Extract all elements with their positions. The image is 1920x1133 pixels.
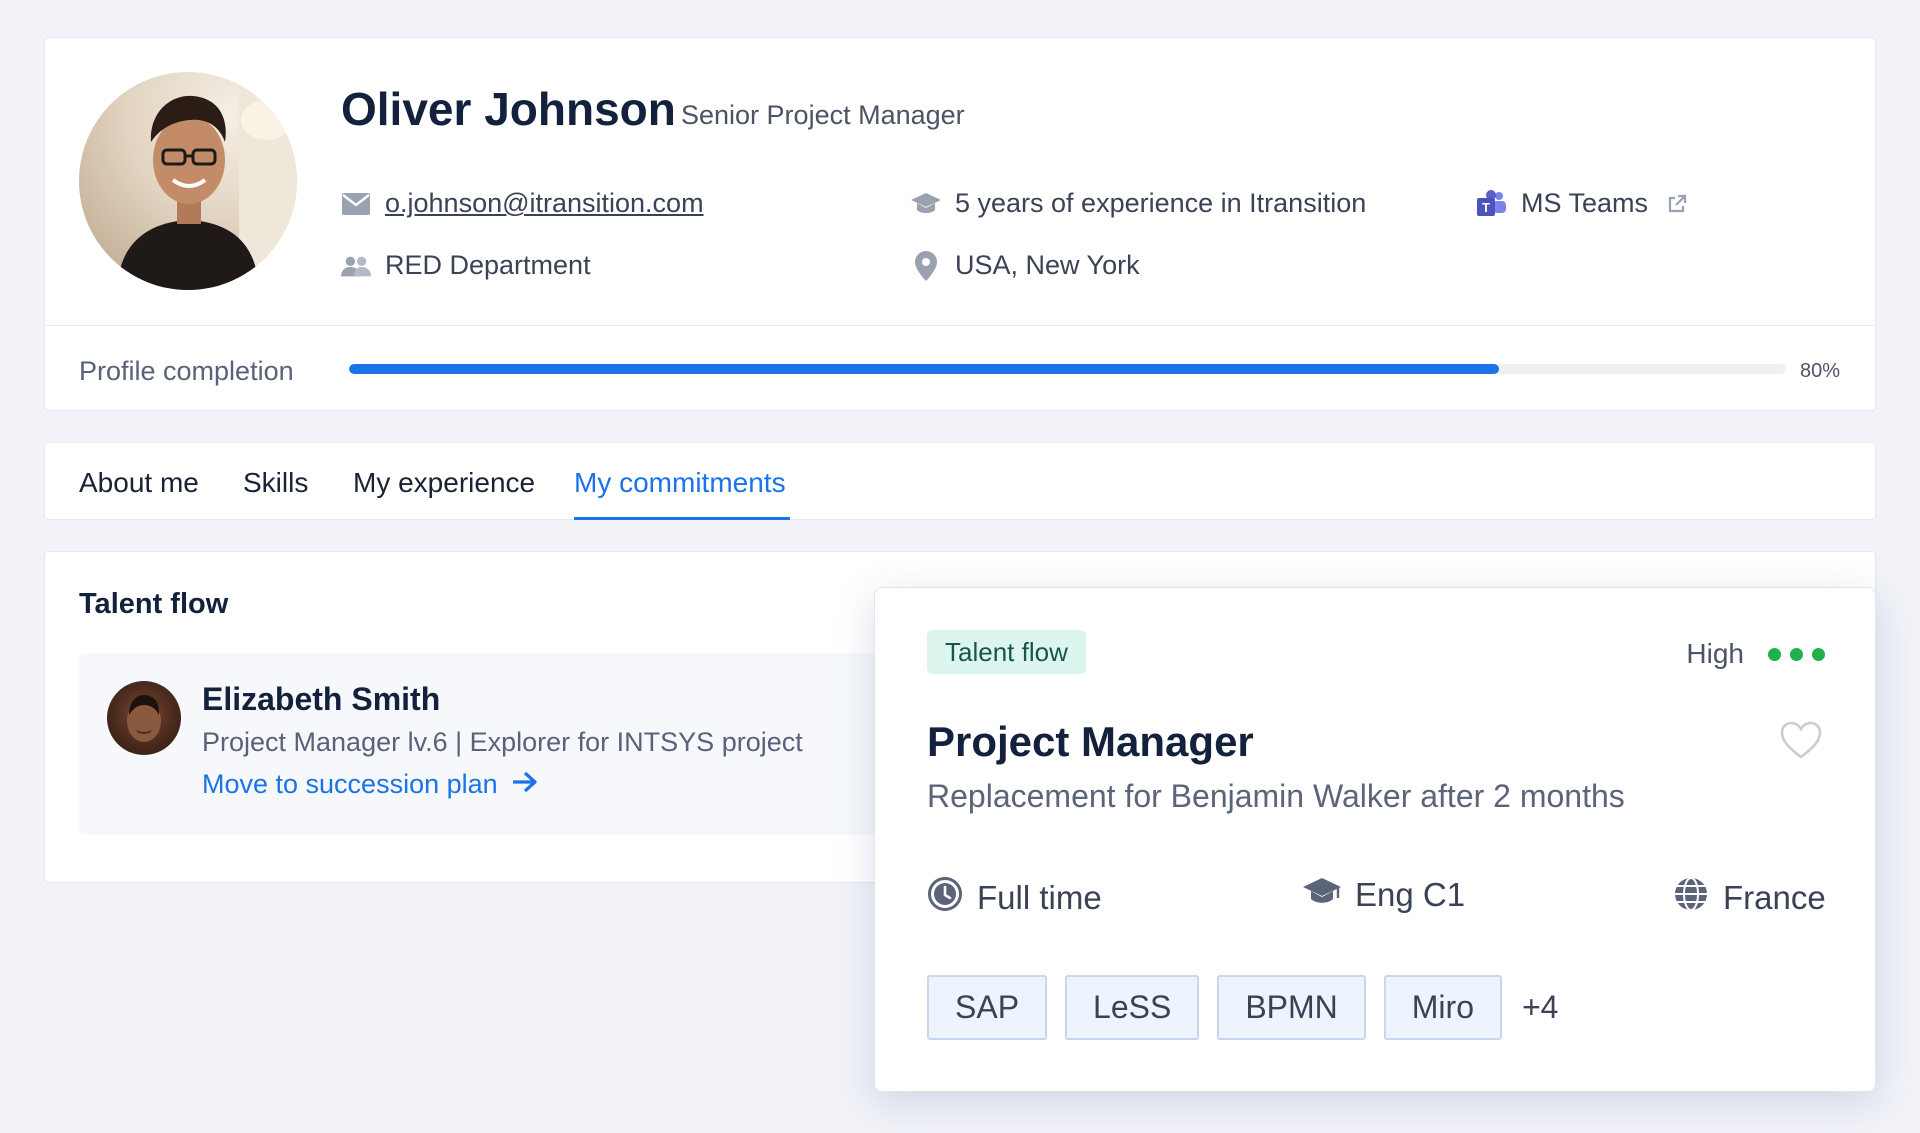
profile-location: USA, New York bbox=[911, 250, 1140, 281]
employment-text: Full time bbox=[977, 879, 1102, 916]
people-icon bbox=[341, 251, 371, 281]
profile-completion-value: 80% bbox=[1800, 360, 1841, 382]
teams-label[interactable]: MS Teams bbox=[1521, 188, 1648, 219]
priority-indicator: High bbox=[1686, 638, 1825, 670]
skill-chip[interactable]: SAP bbox=[927, 975, 1048, 1040]
skill-chips: SAP LeSS BPMN Miro +4 bbox=[927, 975, 1558, 1040]
position-title: Project Manager bbox=[927, 718, 1254, 765]
priority-dots bbox=[1768, 647, 1825, 661]
graduation-cap-icon bbox=[1303, 876, 1341, 914]
talent-flow-title: Talent flow bbox=[79, 588, 229, 620]
graduation-cap-icon bbox=[911, 189, 941, 219]
language-text: Eng C1 bbox=[1355, 876, 1466, 913]
active-tab-indicator bbox=[574, 517, 790, 520]
country-text: France bbox=[1723, 879, 1826, 916]
experience-text: 5 years of experience in Itransition bbox=[955, 188, 1367, 218]
tab-my-experience[interactable]: My experience bbox=[353, 467, 535, 499]
talent-flow-tag: Talent flow bbox=[927, 630, 1086, 674]
tab-my-commitments[interactable]: My commitments bbox=[574, 467, 786, 499]
svg-text:T: T bbox=[1482, 200, 1490, 215]
profile-teams[interactable]: T MS Teams bbox=[1477, 188, 1692, 219]
profile-experience: 5 years of experience in Itransition bbox=[911, 188, 1366, 219]
position-country: France bbox=[1673, 876, 1826, 920]
clock-icon bbox=[927, 876, 963, 920]
position-subtitle: Replacement for Benjamin Walker after 2 … bbox=[927, 778, 1625, 814]
candidate-avatar bbox=[107, 681, 181, 755]
priority-label: High bbox=[1686, 638, 1744, 669]
employment-type: Full time bbox=[927, 876, 1102, 920]
external-link-icon[interactable] bbox=[1662, 189, 1692, 219]
candidate-avatar-illustration bbox=[127, 695, 161, 742]
globe-icon bbox=[1673, 876, 1709, 920]
language-level: Eng C1 bbox=[1303, 876, 1465, 914]
profile-tabs: About me Skills My experience My commitm… bbox=[44, 442, 1876, 520]
email-link[interactable]: o.johnson@itransition.com bbox=[385, 188, 704, 219]
envelope-icon bbox=[341, 189, 371, 219]
tab-about-me[interactable]: About me bbox=[79, 467, 199, 499]
profile-completion-label: Profile completion bbox=[79, 356, 294, 386]
map-pin-icon bbox=[911, 250, 941, 281]
skill-chip[interactable]: Miro bbox=[1383, 975, 1502, 1040]
profile-department: RED Department bbox=[341, 250, 591, 281]
profile-name: Oliver Johnson bbox=[341, 83, 676, 135]
profile-completion-fill bbox=[349, 364, 1499, 374]
move-to-succession-plan-label[interactable]: Move to succession plan bbox=[202, 769, 498, 800]
candidate-description: Project Manager lv.6 | Explorer for INTS… bbox=[202, 727, 803, 757]
position-popover: Talent flow High Project Manager Replace… bbox=[874, 587, 1876, 1092]
skill-chip[interactable]: LeSS bbox=[1065, 975, 1200, 1040]
move-to-succession-plan-link[interactable]: Move to succession plan bbox=[202, 769, 538, 800]
department-text: RED Department bbox=[385, 250, 591, 280]
profile-role: Senior Project Manager bbox=[681, 100, 965, 130]
arrow-right-icon[interactable] bbox=[512, 769, 538, 800]
candidate-name: Elizabeth Smith bbox=[202, 681, 441, 717]
skill-chip[interactable]: BPMN bbox=[1217, 975, 1366, 1040]
profile-completion-bar bbox=[349, 364, 1786, 374]
candidate-card[interactable]: Elizabeth Smith Project Manager lv.6 | E… bbox=[79, 653, 979, 835]
tab-skills[interactable]: Skills bbox=[243, 467, 308, 499]
profile-email: o.johnson@itransition.com bbox=[341, 188, 704, 219]
profile-card: Oliver Johnson Senior Project Manager o.… bbox=[44, 37, 1876, 411]
profile-avatar bbox=[79, 72, 297, 290]
heart-icon[interactable] bbox=[1779, 720, 1823, 765]
ms-teams-icon: T bbox=[1477, 189, 1507, 219]
profile-divider bbox=[45, 325, 1875, 326]
avatar-illustration bbox=[117, 72, 297, 290]
more-skills-count[interactable]: +4 bbox=[1522, 989, 1558, 1026]
location-text: USA, New York bbox=[955, 250, 1140, 280]
